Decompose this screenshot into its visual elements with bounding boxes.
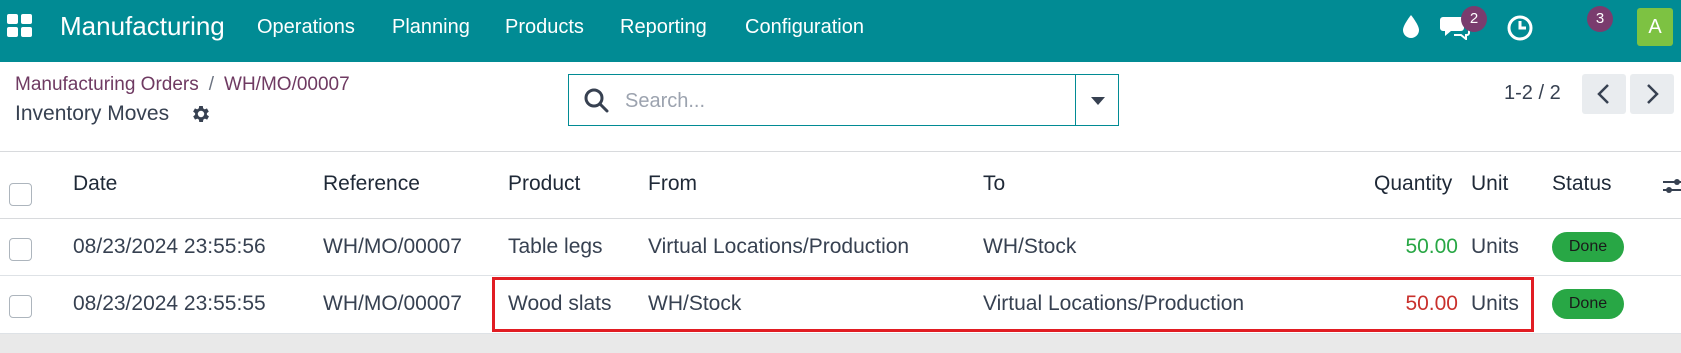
column-header-quantity[interactable]: Quantity	[1374, 172, 1452, 196]
breadcrumb-separator: /	[208, 74, 215, 95]
menu-operations[interactable]: Operations	[257, 16, 355, 39]
table-header-row: Date Reference Product From To Quantity …	[0, 152, 1681, 219]
cell-product: Table legs	[508, 235, 603, 258]
column-header-from[interactable]: From	[648, 172, 697, 196]
search-icon	[583, 87, 609, 118]
row-checkbox[interactable]	[9, 295, 32, 318]
cell-to: WH/Stock	[983, 235, 1077, 258]
cell-from: WH/Stock	[648, 292, 742, 315]
cell-date: 08/23/2024 23:55:56	[73, 235, 266, 258]
app-name[interactable]: Manufacturing	[60, 11, 225, 42]
chevron-left-icon	[1597, 84, 1609, 104]
activities-count-badge: 3	[1587, 6, 1613, 32]
column-header-status[interactable]: Status	[1552, 172, 1612, 196]
column-header-to[interactable]: To	[983, 172, 1005, 196]
menu-planning[interactable]: Planning	[392, 16, 470, 39]
column-header-reference[interactable]: Reference	[323, 172, 420, 196]
cell-date: 08/23/2024 23:55:55	[73, 292, 266, 315]
caret-down-icon	[1091, 97, 1105, 105]
apps-menu-icon[interactable]	[7, 14, 33, 37]
pager-previous-button[interactable]	[1582, 74, 1626, 114]
breadcrumb-manufacturing-orders[interactable]: Manufacturing Orders	[15, 74, 199, 95]
cell-reference: WH/MO/00007	[323, 235, 462, 258]
water-drop-icon[interactable]	[1402, 14, 1420, 43]
status-badge: Done	[1552, 232, 1624, 262]
breadcrumb-mo-reference[interactable]: WH/MO/00007	[224, 74, 350, 95]
menu-products[interactable]: Products	[505, 16, 584, 39]
column-header-date[interactable]: Date	[73, 172, 117, 196]
column-header-product[interactable]: Product	[508, 172, 580, 196]
user-avatar[interactable]: A	[1637, 8, 1673, 46]
row-checkbox[interactable]	[9, 238, 32, 261]
cell-reference: WH/MO/00007	[323, 292, 462, 315]
footer-strip	[0, 334, 1681, 353]
cell-unit: Units	[1471, 235, 1519, 258]
top-navbar: Manufacturing Operations Planning Produc…	[0, 0, 1681, 62]
cell-product: Wood slats	[508, 292, 612, 315]
table-row[interactable]: 08/23/2024 23:55:56 WH/MO/00007 Table le…	[0, 219, 1681, 276]
table-row[interactable]: 08/23/2024 23:55:55 WH/MO/00007 Wood sla…	[0, 276, 1681, 334]
control-panel: Manufacturing Orders / WH/MO/00007 Invento…	[0, 62, 1681, 152]
menu-reporting[interactable]: Reporting	[620, 16, 707, 39]
cell-unit: Units	[1471, 292, 1519, 315]
chevron-right-icon	[1647, 84, 1659, 104]
search-input[interactable]	[625, 87, 1045, 115]
column-header-unit[interactable]: Unit	[1471, 172, 1508, 196]
pager-value[interactable]: 1-2 / 2	[1504, 82, 1561, 105]
cell-from: Virtual Locations/Production	[648, 235, 910, 258]
activities-clock-icon[interactable]	[1506, 14, 1534, 47]
search-box	[568, 74, 1076, 126]
cell-quantity: 50.00	[1405, 292, 1458, 315]
page-title: Inventory Moves	[15, 102, 170, 125]
search-options-toggle[interactable]	[1075, 74, 1119, 126]
optional-columns-icon[interactable]	[1661, 176, 1681, 196]
cell-quantity: 50.00	[1405, 235, 1458, 258]
select-all-checkbox[interactable]	[9, 183, 32, 206]
menu-configuration[interactable]: Configuration	[745, 16, 864, 39]
pager-next-button[interactable]	[1630, 74, 1674, 114]
messages-count-badge: 2	[1461, 6, 1487, 32]
status-badge: Done	[1552, 289, 1624, 319]
breadcrumb: Manufacturing Orders / WH/MO/00007	[15, 74, 350, 96]
gear-icon[interactable]	[190, 103, 212, 125]
cell-to: Virtual Locations/Production	[983, 292, 1245, 315]
